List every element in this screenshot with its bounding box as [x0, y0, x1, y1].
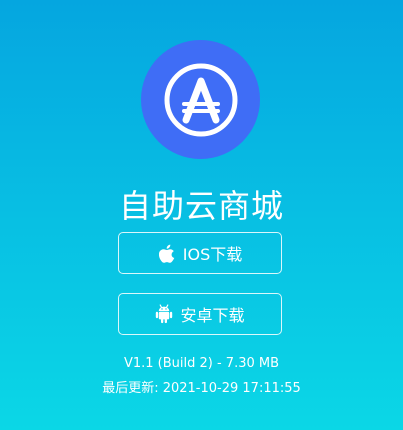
app-logo [141, 40, 260, 159]
app-store-a-icon [164, 63, 237, 136]
version-info: V1.1 (Build 2) - 7.30 MB [123, 356, 280, 371]
app-title: 自助云商城 [118, 187, 284, 225]
android-download-label: 安卓下载 [180, 306, 245, 325]
ios-download-button[interactable]: IOS下载 [118, 232, 282, 274]
android-download-button[interactable]: 安卓下载 [118, 293, 282, 335]
apple-icon [158, 243, 176, 263]
last-updated: 最后更新: 2021-10-29 17:11:55 [102, 381, 301, 396]
ios-download-label: IOS下载 [182, 245, 243, 264]
android-icon [155, 304, 173, 324]
